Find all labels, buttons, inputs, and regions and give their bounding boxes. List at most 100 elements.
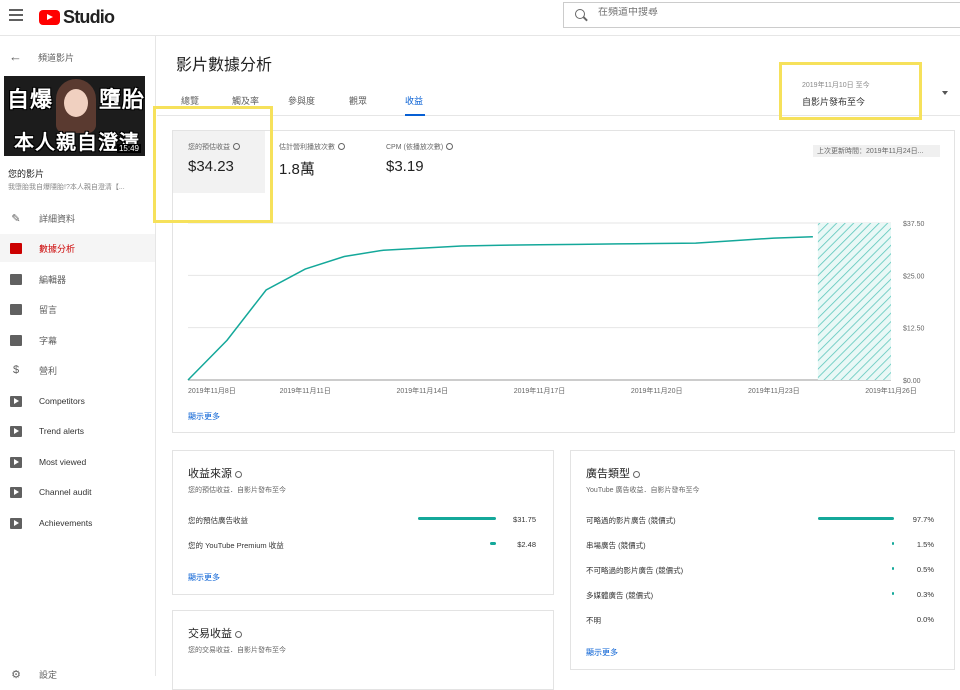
highlight-box-revenue (153, 106, 273, 223)
y-tick-label: $25.00 (903, 273, 925, 280)
play-icon (9, 485, 23, 499)
ad-type-label: 不可略過的影片廣告 (競價式) (586, 566, 684, 575)
x-tick-label: 2019年11月26日 (865, 386, 917, 395)
sidebar-item-competitors[interactable]: Competitors (0, 387, 155, 415)
sidebar-item-label: Competitors (39, 396, 85, 406)
search-box[interactable] (563, 2, 960, 28)
dollar-icon: $ (12, 364, 20, 376)
transaction-revenue-card: 交易收益 您的交易收益．自影片發布至今 (172, 610, 554, 690)
x-tick-label: 2019年11月14日 (397, 386, 449, 395)
clock-icon (235, 631, 242, 638)
card-title: 交易收益 (188, 628, 232, 640)
video-thumbnail[interactable]: 自爆 墮胎 本人親自澄清 15:49 (4, 76, 145, 156)
hamburger-menu-icon[interactable] (9, 9, 23, 21)
revenue-line (187, 235, 813, 381)
ad-type-bar (817, 517, 894, 520)
ad-type-label: 不明 (586, 616, 601, 625)
sidebar-item-label: Trend alerts (39, 426, 85, 436)
show-more-link[interactable]: 顯示更多 (188, 411, 220, 422)
x-tick-label: 2019年11月20日 (631, 386, 683, 395)
analytics-icon (9, 241, 23, 255)
main-content: 影片數據分析 總覽 觸及率 參與度 觀眾 收益 2019年11月10日 至今 自… (153, 36, 960, 690)
sidebar-item-achievements[interactable]: Achievements (0, 509, 155, 537)
y-tick-label: $12.50 (903, 326, 925, 333)
show-more-link[interactable]: 顯示更多 (188, 572, 220, 583)
y-tick-label: $0.00 (903, 378, 921, 385)
clock-icon (633, 471, 640, 478)
source-row-label: 您的 YouTube Premium 收益 (188, 541, 284, 550)
card-subtitle: 您的預估收益．自影片發布至今 (188, 487, 286, 494)
thumbnail-face (64, 89, 88, 117)
source-row-label: 您的預估廣告收益 (188, 516, 248, 525)
x-tick-label: 2019年11月17日 (514, 386, 566, 395)
youtube-logo-icon (39, 10, 60, 25)
sidebar-item-label: 編輯器 (39, 274, 67, 285)
video-duration: 15:49 (116, 144, 141, 153)
tab-audience[interactable]: 觀眾 (349, 94, 367, 116)
revenue-chart-card: 您的預估收益 $34.23 估計營利播放次數 1.8萬 CPM (依播放次數) … (172, 130, 955, 433)
dropdown-caret-icon[interactable] (942, 91, 948, 95)
card-subtitle: YouTube 廣告收益．自影片發布至今 (586, 487, 700, 494)
page-title: 影片數據分析 (176, 57, 273, 74)
revenue-sources-card: 收益來源 您的預估收益．自影片發布至今 您的預估廣告收益 $31.75 您的 Y… (172, 450, 554, 595)
sidebar-item-channel-audit[interactable]: Channel audit (0, 478, 155, 506)
comment-icon (9, 302, 23, 316)
back-label[interactable]: 頻道影片 (38, 51, 74, 64)
sidebar-item-settings[interactable]: ⚙ 設定 (0, 660, 155, 688)
sidebar-item-label: 留言 (39, 304, 58, 315)
x-tick-label: 2019年11月11日 (280, 386, 331, 395)
ad-type-value: 1.5% (916, 540, 934, 549)
sidebar-item-label: 營利 (39, 365, 58, 376)
pencil-icon: ✎ (11, 212, 21, 225)
projected-region (817, 223, 891, 380)
play-icon (9, 394, 23, 408)
ad-type-label: 串場廣告 (競價式) (586, 541, 646, 550)
search-icon[interactable] (575, 9, 585, 19)
sidebar-item-comments[interactable]: 留言 (0, 295, 155, 323)
clapperboard-icon (9, 272, 23, 286)
y-tick-label: $37.50 (903, 221, 925, 228)
show-more-link[interactable]: 顯示更多 (586, 647, 618, 658)
subtitles-icon (9, 333, 23, 347)
card-title: 收益來源 (188, 468, 232, 480)
x-tick-label: 2019年11月8日 (188, 386, 236, 395)
your-video-label: 您的影片 (8, 169, 45, 179)
sidebar-item-analytics[interactable]: 數據分析 (0, 234, 155, 262)
sidebar-item-label: Achievements (39, 518, 93, 528)
clock-icon (235, 471, 242, 478)
source-bar (418, 517, 496, 520)
sidebar-item-details[interactable]: ✎ 詳細資料 (0, 204, 155, 232)
youtube-studio-logo[interactable]: Studio (39, 7, 115, 28)
highlight-box-date (779, 62, 922, 120)
sidebar-item-label: Channel audit (39, 487, 92, 497)
sidebar-item-editor[interactable]: 編輯器 (0, 265, 155, 293)
play-icon (9, 455, 23, 469)
sidebar-item-label: 字幕 (39, 335, 58, 346)
tab-engagement[interactable]: 參與度 (288, 94, 315, 116)
sidebar-item-label: 設定 (39, 669, 58, 680)
ad-type-value: 0.0% (916, 615, 934, 624)
source-row-value: $2.48 (517, 540, 536, 549)
revenue-line-chart: $37.50 $25.00 $12.50 $0.00 2019年11月8日 2019年11… (187, 221, 925, 395)
sidebar-item-trend-alerts[interactable]: Trend alerts (0, 417, 155, 445)
back-arrow-icon[interactable]: ← (9, 49, 22, 64)
sidebar-item-label: 詳細資料 (39, 213, 76, 224)
ad-types-card: 廣告類型 YouTube 廣告收益．自影片發布至今 可略過的影片廣告 (競價式)… (570, 450, 955, 670)
top-bar: Studio (0, 0, 960, 36)
sidebar-item-most-viewed[interactable]: Most viewed (0, 448, 155, 476)
ad-type-value: 0.3% (916, 590, 934, 599)
play-icon (9, 424, 23, 438)
sidebar-item-subtitles[interactable]: 字幕 (0, 326, 155, 354)
ad-type-value: 97.7% (912, 515, 934, 524)
card-subtitle: 您的交易收益．自影片發布至今 (188, 647, 286, 654)
sidebar-item-label: 數據分析 (39, 243, 76, 254)
sidebar: ← 頻道影片 自爆 墮胎 本人親自澄清 15:49 您的影片 我墮胎我自爆隱胎!… (0, 36, 156, 681)
tab-revenue[interactable]: 收益 (405, 94, 425, 116)
sidebar-item-monetization[interactable]: $ 營利 (0, 356, 155, 384)
card-title: 廣告類型 (586, 468, 630, 480)
video-title: 我墮胎我自爆隱胎!?本人親自澄清【... (8, 184, 125, 191)
thumbnail-text-left: 自爆 (7, 87, 54, 112)
ad-type-label: 可略過的影片廣告 (競價式) (586, 516, 676, 525)
search-input[interactable] (598, 7, 938, 18)
play-icon (9, 516, 23, 530)
